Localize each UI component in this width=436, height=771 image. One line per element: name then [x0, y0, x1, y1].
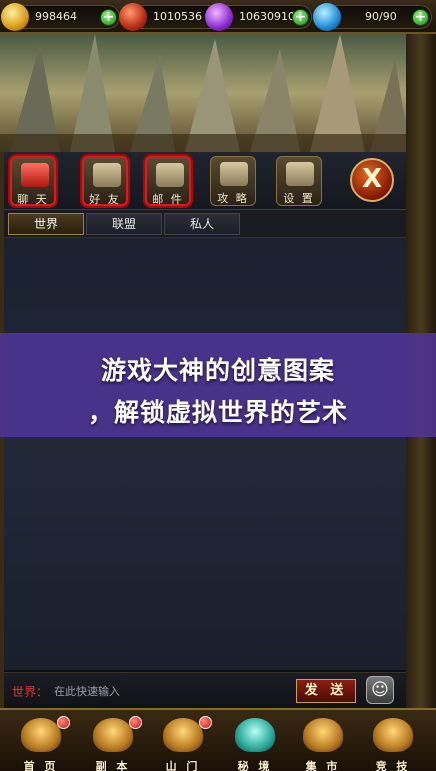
nav-dungeon-label: 副 本 — [95, 760, 131, 771]
coin-value: 1010536 — [153, 10, 202, 23]
mail-button[interactable]: 邮 件 — [145, 156, 191, 206]
channel-label: 世界： — [12, 685, 49, 699]
friends-button[interactable]: 好 友 — [82, 156, 128, 206]
purple-gem-icon — [205, 3, 233, 31]
add-stamina-button[interactable]: + — [412, 9, 429, 26]
sect-gate-icon — [163, 718, 203, 752]
mail-icon — [156, 163, 184, 187]
red-coin-icon — [119, 3, 147, 31]
caption-overlay: 游戏大神的创意图案 ，解锁虚拟世界的艺术 — [0, 333, 436, 437]
secret-realm-icon — [235, 718, 275, 752]
send-button[interactable]: 发 送 — [296, 679, 356, 703]
nav-secret-realm-label: 秘 境 — [237, 760, 273, 771]
settings-label: 设 置 — [283, 192, 315, 205]
nav-arena[interactable]: 竞 技 — [360, 716, 426, 771]
friend-icon — [93, 163, 121, 187]
scenery-artwork — [0, 34, 436, 152]
add-gold-button[interactable]: + — [100, 9, 117, 26]
notification-badge — [129, 716, 142, 729]
nav-sect[interactable]: 山 门 — [150, 716, 216, 771]
arena-icon — [373, 718, 413, 752]
gem-counter: 106309109 + — [205, 3, 312, 31]
resource-bar: 998464 + 1010536 106309109 + 90/90 + — [0, 0, 436, 34]
tab-private[interactable]: 私人 — [164, 213, 240, 235]
bottom-navigation: 首 页 副 本 山 门 秘 境 集 市 竞 技 — [0, 708, 436, 771]
guide-icon — [220, 162, 248, 186]
settings-button[interactable]: 设 置 — [276, 156, 322, 206]
chat-message-area[interactable] — [4, 238, 406, 670]
nav-dungeon[interactable]: 副 本 — [80, 716, 146, 771]
nav-arena-label: 竞 技 — [375, 760, 411, 771]
spire-illustration — [0, 34, 436, 152]
nav-secret-realm[interactable]: 秘 境 — [222, 716, 288, 771]
guide-label: 攻 略 — [217, 192, 249, 205]
chat-bubble-icon — [21, 163, 49, 187]
mail-label: 邮 件 — [152, 193, 184, 206]
tab-world[interactable]: 世界 — [8, 213, 84, 235]
nav-market-label: 集 市 — [305, 760, 341, 771]
stamina-orb-icon — [313, 3, 341, 31]
gold-value: 998464 — [35, 10, 77, 23]
dungeon-icon — [93, 718, 133, 752]
emoji-button[interactable]: ☺ — [366, 676, 394, 704]
chat-channel-tabs: 世界 联盟 私人 — [4, 210, 406, 238]
stamina-value: 90/90 — [365, 10, 397, 23]
add-gem-button[interactable]: + — [292, 9, 309, 26]
chat-input[interactable] — [54, 679, 290, 703]
market-icon — [303, 718, 343, 752]
chat-input-bar: 世界： 发 送 ☺ — [4, 672, 406, 708]
gold-counter: 998464 + — [1, 3, 120, 31]
tab-alliance[interactable]: 联盟 — [86, 213, 162, 235]
close-button[interactable]: X — [350, 158, 394, 202]
chat-button[interactable]: 聊 天 — [10, 156, 56, 206]
gold-ingot-icon — [1, 3, 29, 31]
chat-label: 聊 天 — [17, 193, 49, 206]
nav-home[interactable]: 首 页 — [8, 716, 74, 771]
smiley-icon: ☺ — [371, 680, 389, 700]
notification-badge — [57, 716, 70, 729]
home-icon — [21, 718, 61, 752]
function-toolbar: 聊 天 好 友 邮 件 攻 略 设 置 X — [4, 152, 406, 210]
nav-sect-label: 山 门 — [165, 760, 201, 771]
nav-market[interactable]: 集 市 — [290, 716, 356, 771]
guide-button[interactable]: 攻 略 — [210, 156, 256, 206]
caption-line-2: ，解锁虚拟世界的艺术 — [87, 398, 348, 427]
friends-label: 好 友 — [89, 193, 121, 206]
gear-icon — [286, 162, 314, 186]
caption-line-1: 游戏大神的创意图案 — [100, 356, 335, 385]
stamina-counter: 90/90 + — [313, 3, 432, 31]
nav-home-label: 首 页 — [23, 760, 59, 771]
notification-badge — [199, 716, 212, 729]
